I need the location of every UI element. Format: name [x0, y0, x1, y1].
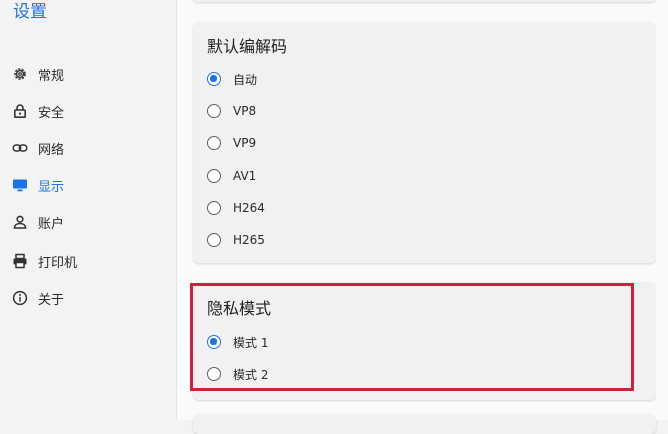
sidebar-item-general[interactable]: 常规	[0, 59, 176, 89]
radio-button[interactable]	[207, 233, 221, 247]
sidebar-item-label: 常规	[38, 68, 65, 84]
privacy-card-title: 隐私模式	[207, 299, 272, 318]
codec-option-h265[interactable]: H265	[207, 229, 265, 251]
sidebar-item-display[interactable]: 显示	[0, 170, 176, 200]
monitor-icon	[12, 177, 28, 193]
sidebar-title: 设置	[13, 2, 47, 22]
codec-option-h264[interactable]: H264	[207, 197, 265, 219]
codec-option-vp8[interactable]: VP8	[207, 100, 256, 122]
radio-button[interactable]	[207, 335, 221, 349]
codec-card-title: 默认编解码	[207, 37, 288, 56]
sidebar-item-label: 安全	[38, 105, 65, 121]
sidebar-item-label: 显示	[38, 179, 65, 195]
privacy-option-mode-1[interactable]: 模式 1	[207, 331, 268, 353]
sidebar-item-about[interactable]: 关于	[0, 283, 176, 313]
sidebar-item-label: 打印机	[38, 255, 78, 271]
lock-icon	[12, 103, 28, 119]
codec-card: 默认编解码 自动 VP8 VP9 AV1 H264 H265	[193, 22, 656, 263]
sidebar-item-printer[interactable]: 打印机	[0, 246, 176, 276]
sidebar-item-security[interactable]: 安全	[0, 96, 176, 126]
info-icon	[12, 290, 28, 306]
radio-button[interactable]	[207, 72, 221, 86]
codec-option-auto[interactable]: 自动	[207, 68, 257, 90]
radio-button[interactable]	[207, 201, 221, 215]
next-card-edge	[193, 414, 656, 434]
radio-button[interactable]	[207, 367, 221, 381]
privacy-option-mode-2[interactable]: 模式 2	[207, 363, 268, 385]
codec-option-av1[interactable]: AV1	[207, 165, 256, 187]
radio-button[interactable]	[207, 104, 221, 118]
sidebar-item-account[interactable]: 账户	[0, 207, 176, 237]
codec-option-vp9[interactable]: VP9	[207, 132, 256, 154]
scroll-edge	[656, 0, 668, 420]
radio-button[interactable]	[207, 169, 221, 183]
user-icon	[12, 214, 28, 230]
sidebar-item-label: 账户	[38, 216, 65, 232]
gear-icon	[12, 66, 28, 82]
radio-button[interactable]	[207, 136, 221, 150]
link-icon	[12, 140, 28, 156]
sidebar: 设置 常规 安全 网络 显示 账户 打印机 关于	[0, 0, 177, 420]
sidebar-item-label: 关于	[38, 292, 65, 308]
sidebar-item-network[interactable]: 网络	[0, 133, 176, 163]
main-panel: 默认编解码 自动 VP8 VP9 AV1 H264 H265 隐私模式 模式 1…	[177, 0, 668, 434]
sidebar-item-label: 网络	[38, 142, 65, 158]
previous-card-edge	[193, 0, 656, 2]
printer-icon	[12, 253, 28, 269]
privacy-card: 隐私模式 模式 1 模式 2	[193, 282, 656, 400]
